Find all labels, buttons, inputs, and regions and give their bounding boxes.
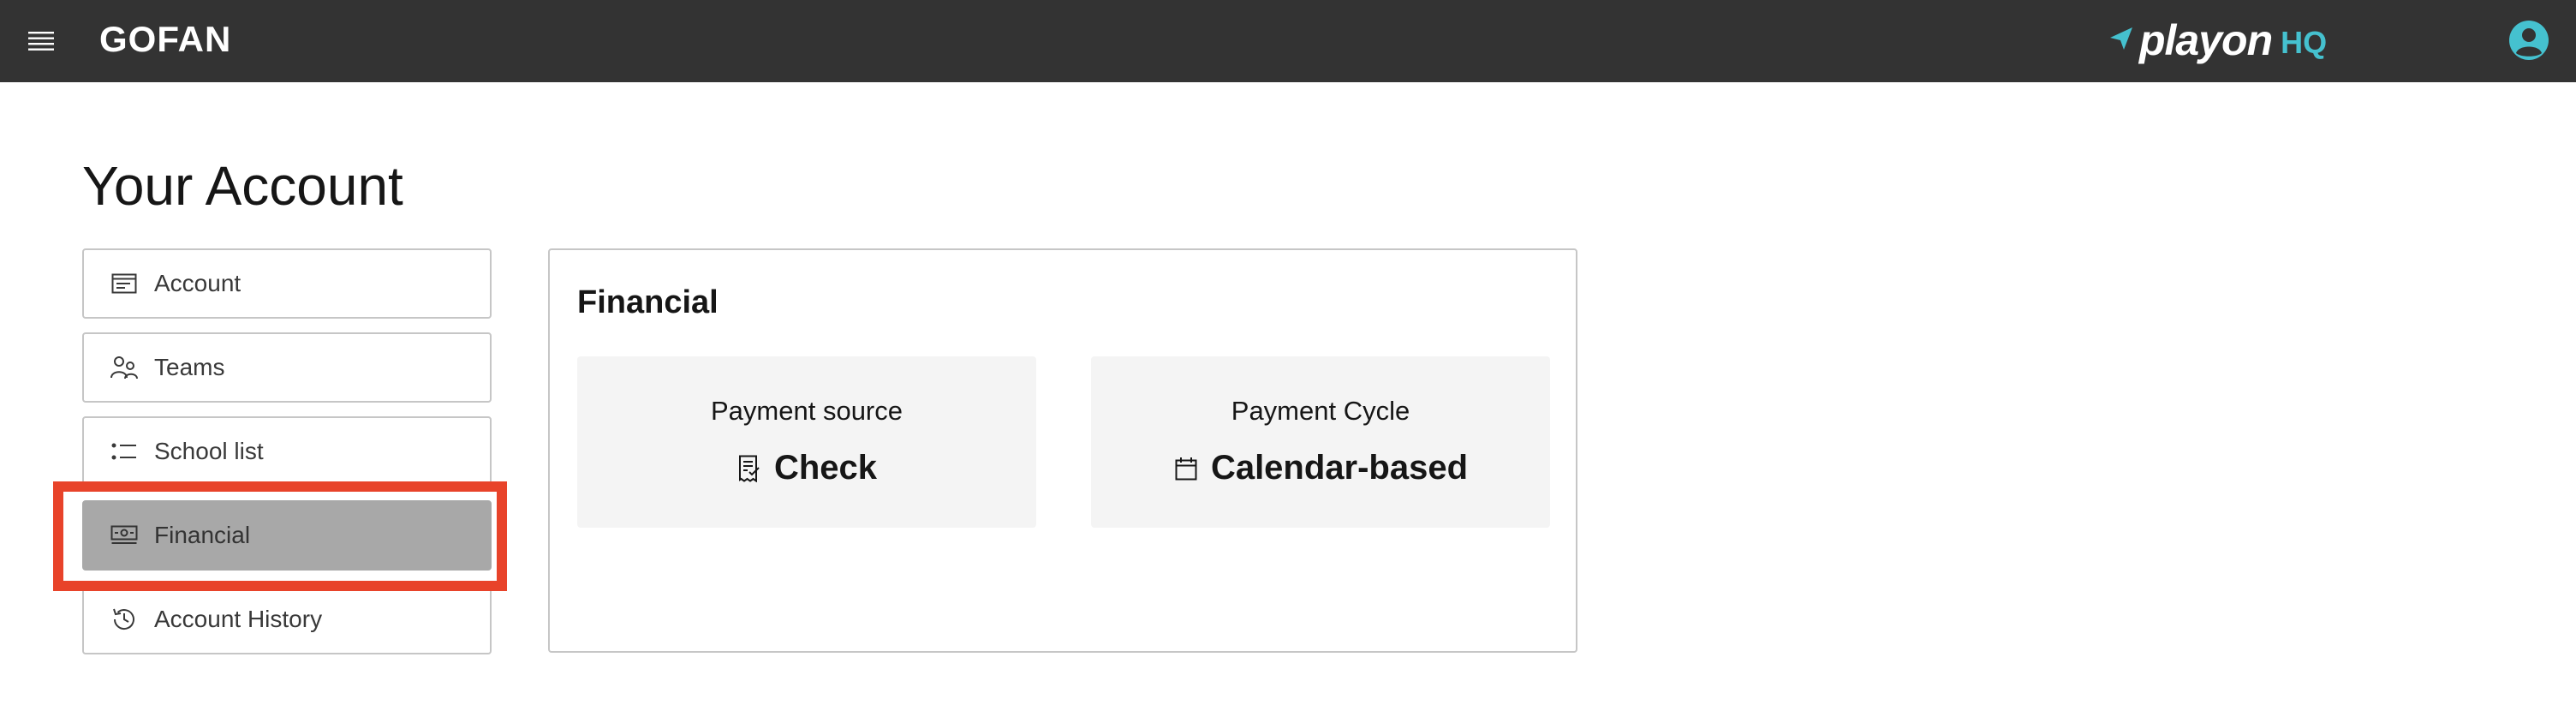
check-document-icon (736, 454, 762, 483)
history-icon (110, 605, 139, 634)
payment-cycle-label: Payment Cycle (1231, 396, 1410, 426)
panel-title: Financial (577, 284, 719, 320)
list-icon (110, 437, 139, 466)
selection-highlight-box (53, 481, 507, 591)
calendar-icon (1173, 454, 1199, 483)
top-navigation-bar: GOFAN playon HQ (0, 0, 2576, 82)
sidebar-item-account-history[interactable]: Account History (82, 584, 492, 654)
sidebar-item-label: Account History (154, 606, 323, 632)
sidebar-item-teams[interactable]: Teams (82, 332, 492, 403)
payment-source-value: Check (773, 449, 878, 487)
payment-cycle-value-row: Calendar-based (1091, 449, 1550, 487)
paper-plane-icon (2108, 26, 2134, 56)
account-card-icon (110, 269, 139, 298)
sidebar-item-school-list[interactable]: School list (82, 416, 492, 487)
logo-wordmark: playon (2139, 16, 2273, 64)
payment-cycle-value: Calendar-based (1210, 449, 1469, 487)
logo-hq: HQ (2281, 25, 2328, 60)
playon-hq-logo: playon HQ (2108, 10, 2327, 70)
page-title: Your Account (82, 155, 403, 217)
sidebar-item-label: Account (154, 270, 242, 296)
payment-source-label: Payment source (711, 396, 903, 426)
sidebar-item-label: Teams (154, 354, 225, 380)
financial-panel: Financial Payment source Check Payment C… (548, 248, 1577, 653)
payment-cycle-card: Payment Cycle Calendar-based (1091, 356, 1550, 528)
brand-name[interactable]: GOFAN (99, 19, 231, 60)
teams-icon (110, 353, 139, 382)
sidebar-item-label: School list (154, 438, 264, 464)
user-avatar-icon[interactable] (2507, 19, 2550, 62)
payment-source-value-row: Check (577, 449, 1036, 487)
sidebar-item-account[interactable]: Account (82, 248, 492, 319)
hamburger-menu-icon[interactable] (22, 22, 60, 60)
payment-source-card: Payment source Check (577, 356, 1036, 528)
